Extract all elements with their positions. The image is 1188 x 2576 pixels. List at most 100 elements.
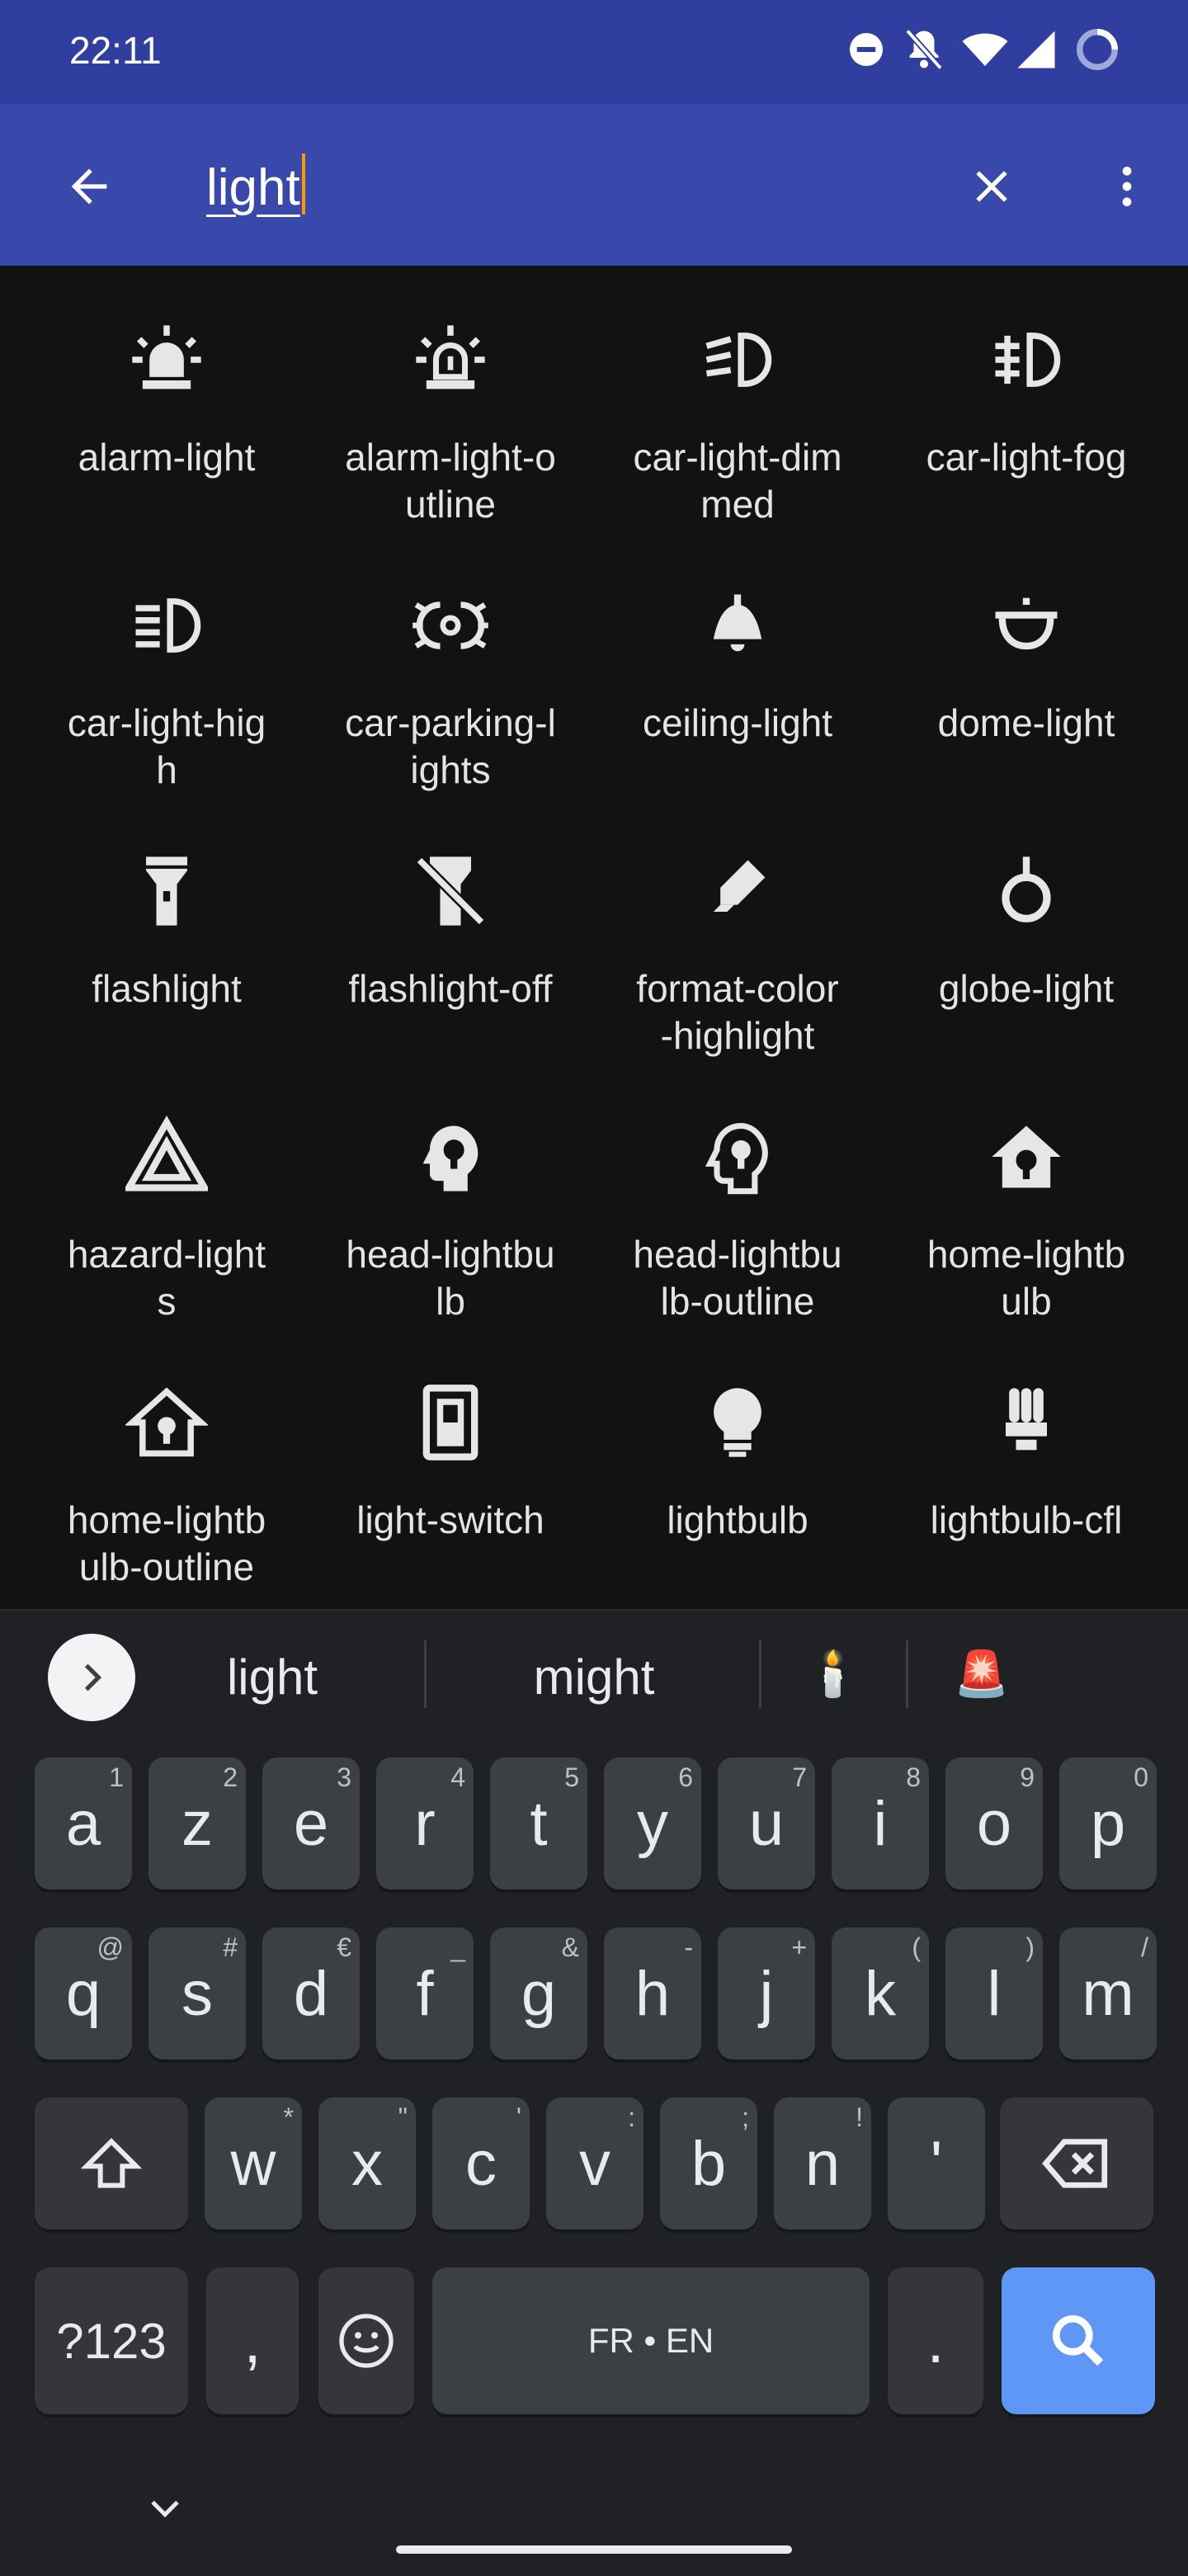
icon-result-head-lightbulb[interactable]: head-lightbu lb xyxy=(310,1063,591,1323)
key-t[interactable]: t5 xyxy=(490,1757,587,1890)
flashlight-icon xyxy=(146,856,187,926)
backspace-key[interactable] xyxy=(1000,2097,1153,2229)
key-e[interactable]: e3 xyxy=(262,1757,360,1890)
key-label: r xyxy=(414,1788,436,1859)
key-g[interactable]: g & xyxy=(490,1927,587,2059)
gesture-nav-handle[interactable] xyxy=(396,2545,792,2554)
key-hint: " xyxy=(398,2102,408,2132)
key-label: e xyxy=(293,1788,329,1859)
key-q[interactable]: q @ xyxy=(35,1927,132,2059)
key-label: i xyxy=(873,1788,888,1859)
back-button[interactable] xyxy=(48,145,130,228)
icon-result-home-lightbulb-outline[interactable]: home-lightb ulb-outline xyxy=(26,1328,307,1588)
hide-keyboard-chevron-icon[interactable] xyxy=(140,2484,190,2533)
icon-result-hazard-lights[interactable]: hazard-light s xyxy=(26,1063,307,1323)
period-key[interactable]: . xyxy=(888,2267,983,2414)
icon-result-car-parking-lights[interactable]: car-parking-l ights xyxy=(310,531,591,791)
key-w[interactable]: w * xyxy=(205,2097,302,2229)
backspace-icon xyxy=(1042,2139,1108,2188)
key-v[interactable]: v: xyxy=(546,2097,644,2229)
key-i[interactable]: i8 xyxy=(832,1757,929,1890)
emoji-key[interactable] xyxy=(318,2267,414,2414)
search-key[interactable] xyxy=(1002,2267,1155,2414)
key-hint: 7 xyxy=(792,1762,807,1792)
head-lightbulb-outline-icon xyxy=(705,1122,768,1195)
key-x[interactable]: x " xyxy=(318,2097,416,2229)
symbols-key[interactable]: ?123 xyxy=(35,2267,188,2414)
icon-result-label: globe-light xyxy=(938,967,1115,1010)
icon-result-home-lightbulb[interactable]: home-lightb ulb xyxy=(886,1063,1167,1323)
flashlight-off-icon xyxy=(416,856,485,926)
icon-result-lightbulb[interactable]: lightbulb xyxy=(597,1328,878,1576)
icon-result-car-light-fog[interactable]: car-light-fog xyxy=(886,266,1167,513)
suggestion-2[interactable]: might xyxy=(495,1649,693,1706)
key-label: n xyxy=(804,2128,841,2199)
shift-key[interactable] xyxy=(35,2097,188,2229)
suggestion-emoji-candle[interactable]: 🕯️ xyxy=(792,1649,874,1701)
key-hint: : xyxy=(628,2102,635,2132)
key-r[interactable]: r4 xyxy=(376,1757,474,1890)
icon-result-label: alarm-light-o utline xyxy=(345,436,556,526)
key-hint: ; xyxy=(742,2102,749,2132)
icon-result-head-lightbulb-outline[interactable]: head-lightbu lb-outline xyxy=(597,1063,878,1323)
more-options-button[interactable] xyxy=(1086,145,1168,228)
key-label: p xyxy=(1090,1788,1126,1859)
chevron-right-icon xyxy=(84,1663,102,1691)
comma-key[interactable]: , xyxy=(206,2267,299,2414)
key-hint: ( xyxy=(912,1932,921,1962)
key-l[interactable]: l) xyxy=(945,1927,1043,2059)
icon-result-format-color-highlight[interactable]: format-color -highlight xyxy=(597,797,878,1057)
icon-result-flashlight-off[interactable]: flashlight-off xyxy=(310,797,591,1045)
key-hint: 5 xyxy=(564,1762,579,1792)
icon-result-lightbulb-cfl[interactable]: lightbulb-cfl xyxy=(886,1328,1167,1576)
clear-search-button[interactable] xyxy=(950,145,1033,228)
suggestion-expand-button[interactable] xyxy=(48,1634,135,1721)
icon-result-globe-light[interactable]: globe-light xyxy=(886,797,1167,1045)
wifi-icon xyxy=(960,25,1010,74)
key-o[interactable]: o9 xyxy=(945,1757,1043,1890)
suggestion-emoji-siren[interactable]: 🚨 xyxy=(940,1649,1023,1701)
key-m[interactable]: m / xyxy=(1059,1927,1157,2059)
key-hint: 9 xyxy=(1020,1762,1035,1792)
key-b[interactable]: b; xyxy=(660,2097,757,2229)
smiley-icon xyxy=(339,2314,394,2368)
key-hint: ) xyxy=(1025,1932,1035,1962)
suggestion-1[interactable]: light xyxy=(173,1649,371,1706)
key-y[interactable]: y6 xyxy=(604,1757,701,1890)
key-d[interactable]: d € xyxy=(262,1927,360,2059)
key-label: l xyxy=(987,1958,1002,2029)
key-a[interactable]: a1 xyxy=(35,1757,132,1890)
icon-result-label: dome-light xyxy=(937,701,1115,744)
home-lightbulb-icon xyxy=(992,1125,1061,1188)
icon-result-label: format-color -highlight xyxy=(636,967,839,1057)
key-k[interactable]: k( xyxy=(832,1927,929,2059)
icon-result-ceiling-light[interactable]: ceiling-light xyxy=(597,531,878,779)
icon-result-dome-light[interactable]: dome-light xyxy=(886,531,1167,779)
search-icon xyxy=(1053,2315,1104,2366)
key-f[interactable]: f _ xyxy=(376,1927,474,2059)
icon-result-car-light-high[interactable]: car-light-hig h xyxy=(26,531,307,791)
icon-result-flashlight[interactable]: flashlight xyxy=(26,797,307,1045)
key-j[interactable]: j + xyxy=(718,1927,815,2059)
icon-result-car-light-dimmed[interactable]: car-light-dim med xyxy=(597,266,878,526)
icon-result-light-switch[interactable]: light-switch xyxy=(310,1328,591,1576)
key-z[interactable]: z2 xyxy=(148,1757,246,1890)
cell-signal-icon xyxy=(1011,25,1061,74)
key-n[interactable]: n! xyxy=(774,2097,871,2229)
key-apostrophe[interactable]: ' xyxy=(888,2097,985,2229)
space-key[interactable]: FR • EN xyxy=(432,2267,870,2414)
icon-result-label: alarm-light xyxy=(78,436,256,479)
key-s[interactable]: s # xyxy=(148,1927,246,2059)
icon-result-alarm-light[interactable]: alarm-light xyxy=(26,266,307,513)
format-color-highlight-icon xyxy=(713,860,766,912)
search-input[interactable]: light xyxy=(206,153,305,217)
key-hint: 0 xyxy=(1134,1762,1148,1792)
icon-result-alarm-light-outline[interactable]: alarm-light-o utline xyxy=(310,266,591,526)
key-p[interactable]: p0 xyxy=(1059,1757,1157,1890)
key-c[interactable]: c ' xyxy=(432,2097,530,2229)
key-hint: 4 xyxy=(450,1762,465,1792)
key-hint: ' xyxy=(516,2102,521,2132)
key-h[interactable]: h- xyxy=(604,1927,701,2059)
key-label: h xyxy=(634,1958,671,2029)
key-u[interactable]: u7 xyxy=(718,1757,815,1890)
